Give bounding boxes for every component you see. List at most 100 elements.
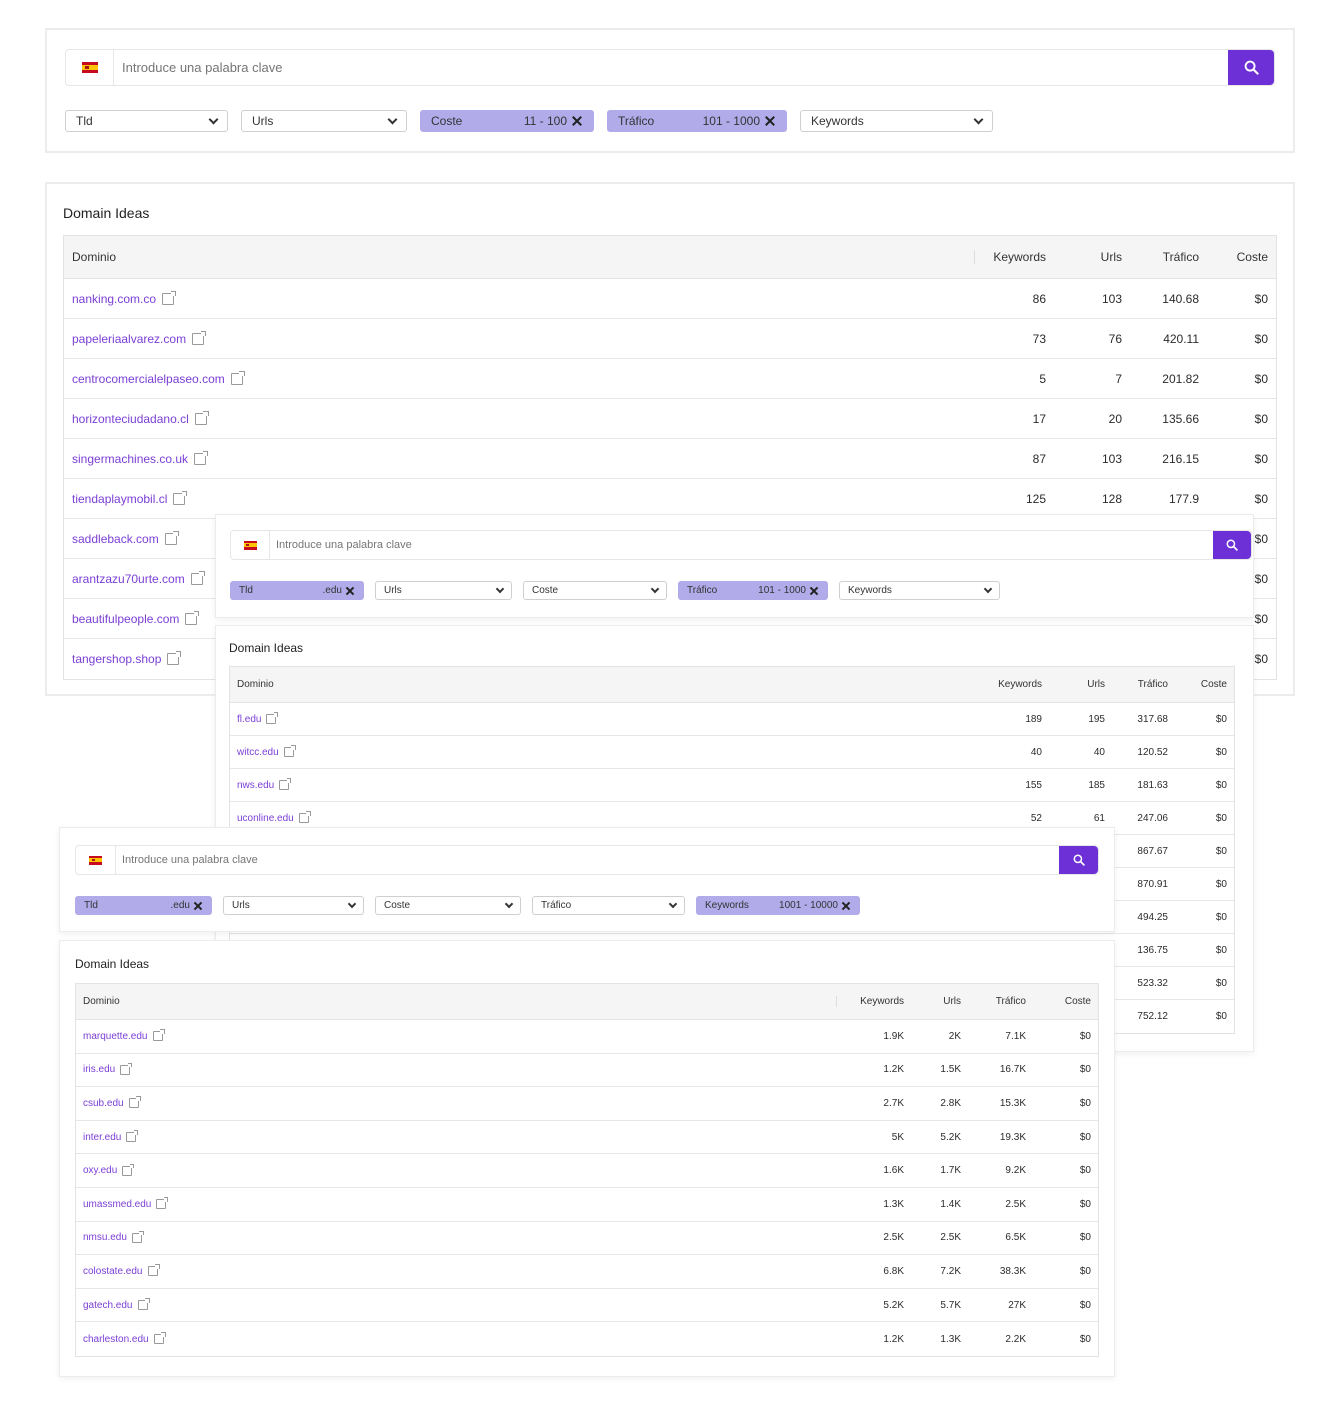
external-link-icon[interactable] [128,1096,141,1109]
external-link-icon[interactable] [173,490,188,505]
clear-filter-icon[interactable] [764,115,776,127]
domain-link[interactable]: tangershop.shop [72,652,161,666]
clear-filter-icon[interactable] [809,586,819,596]
external-link-icon[interactable] [156,1197,169,1210]
external-link-icon[interactable] [126,1130,139,1143]
external-link-icon[interactable] [298,811,311,823]
external-link-icon[interactable] [279,778,292,790]
clear-filter-icon[interactable] [841,901,851,911]
cell-trafico: 16.7K [999,1064,1026,1076]
col-coste[interactable]: Coste [1199,250,1276,264]
domain-link[interactable]: centrocomercialelpaseo.com [72,372,225,386]
external-link-icon[interactable] [120,1062,133,1075]
domain-link[interactable]: arantzazu70urte.com [72,572,185,586]
external-link-icon[interactable] [137,1298,150,1311]
filter-keywords[interactable]: Keywords 1001 - 10000 [696,896,860,915]
filter-urls[interactable]: Urls [241,110,407,132]
col-coste[interactable]: Coste [1168,679,1234,690]
filter-keywords[interactable]: Keywords [800,110,993,132]
domain-link[interactable]: umassmed.edu [83,1199,151,1210]
external-link-icon[interactable] [153,1332,166,1345]
domain-link[interactable]: uconline.edu [237,813,294,824]
domain-link[interactable]: csub.edu [83,1098,124,1109]
col-keywords[interactable]: Keywords [974,250,1046,264]
external-link-icon[interactable] [152,1029,165,1042]
external-link-icon[interactable] [283,745,296,757]
domain-link[interactable]: gatech.edu [83,1300,133,1311]
external-link-icon[interactable] [122,1163,135,1176]
domain-link[interactable]: marquette.edu [83,1031,148,1042]
country-selector[interactable] [231,531,270,559]
external-link-icon[interactable] [194,410,209,425]
external-link-icon[interactable] [164,530,179,545]
filter-value: 101 - 1000 [702,114,760,128]
domain-link[interactable]: singermachines.co.uk [72,452,188,466]
external-link-icon[interactable] [147,1264,160,1277]
external-link-icon[interactable] [185,610,200,625]
search-button[interactable] [1213,531,1251,559]
domain-link[interactable]: oxy.edu [83,1165,117,1176]
domain-link[interactable]: beautifulpeople.com [72,612,179,626]
col-keywords[interactable]: Keywords [836,996,904,1007]
domain-link[interactable]: saddleback.com [72,532,159,546]
cell-trafico: 15.3K [999,1097,1026,1109]
cell-coste: $0 [1079,1030,1091,1042]
col-coste[interactable]: Coste [1026,996,1098,1007]
domain-link[interactable]: horizonteciudadano.cl [72,412,189,426]
filter-tld[interactable]: Tld [65,110,228,132]
search-input[interactable] [270,531,1213,559]
domain-link[interactable]: colostate.edu [83,1266,143,1277]
filter-coste[interactable]: Coste [375,896,521,915]
domain-link[interactable]: tiendaplaymobil.cl [72,492,167,506]
domain-link[interactable]: fl.edu [237,714,261,725]
domain-link[interactable]: iris.edu [83,1064,115,1075]
external-link-icon[interactable] [167,651,182,665]
cell-urls: 7.2K [940,1265,961,1277]
search-input[interactable] [116,846,1059,874]
country-selector[interactable] [76,846,116,874]
domain-link[interactable]: nws.edu [237,780,274,791]
cell-keywords: 5K [891,1131,904,1143]
filter-panel-2: Tld .edu Urls Coste Tráfico 101 - 1000 Key… [215,514,1254,618]
filter-urls[interactable]: Urls [223,896,364,915]
filter-label: Tld [84,900,98,911]
domain-link[interactable]: nanking.com.co [72,292,156,306]
col-trafico[interactable]: Tráfico [961,996,1026,1007]
filter-keywords[interactable]: Keywords [839,581,1000,600]
filter-tld[interactable]: Tld .edu [230,581,364,600]
chevron-down-icon [208,114,219,124]
filter-trafico[interactable]: Tráfico 101 - 1000 [678,581,828,600]
filter-tld[interactable]: Tld .edu [75,896,212,915]
external-link-icon[interactable] [162,290,177,305]
cell-trafico: 7.1K [1005,1030,1026,1042]
domain-link[interactable]: charleston.edu [83,1334,149,1345]
country-selector[interactable] [66,50,114,85]
external-link-icon[interactable] [194,450,209,465]
external-link-icon[interactable] [190,570,205,585]
filter-urls[interactable]: Urls [375,581,512,600]
domain-link[interactable]: nmsu.edu [83,1232,127,1243]
col-urls[interactable]: Urls [1046,250,1122,264]
clear-filter-icon[interactable] [345,586,355,596]
search-button[interactable] [1228,50,1274,85]
domain-link[interactable]: papeleriaalvarez.com [72,332,186,346]
filter-trafico[interactable]: Tráfico 101 - 1000 [607,110,787,132]
col-urls[interactable]: Urls [1042,679,1105,690]
domain-link[interactable]: witcc.edu [237,747,279,758]
col-keywords[interactable]: Keywords [982,679,1042,690]
filter-coste[interactable]: Coste 11 - 100 [420,110,594,132]
col-trafico[interactable]: Tráfico [1105,679,1168,690]
filter-trafico[interactable]: Tráfico [532,896,685,915]
clear-filter-icon[interactable] [571,115,583,127]
search-button[interactable] [1059,846,1098,874]
search-input[interactable] [114,50,1228,85]
domain-link[interactable]: inter.edu [83,1132,121,1143]
external-link-icon[interactable] [131,1230,144,1243]
external-link-icon[interactable] [192,330,207,345]
external-link-icon[interactable] [230,370,245,385]
external-link-icon[interactable] [266,712,279,724]
filter-coste[interactable]: Coste [523,581,667,600]
col-urls[interactable]: Urls [904,996,961,1007]
col-trafico[interactable]: Tráfico [1122,250,1199,264]
clear-filter-icon[interactable] [193,901,203,911]
